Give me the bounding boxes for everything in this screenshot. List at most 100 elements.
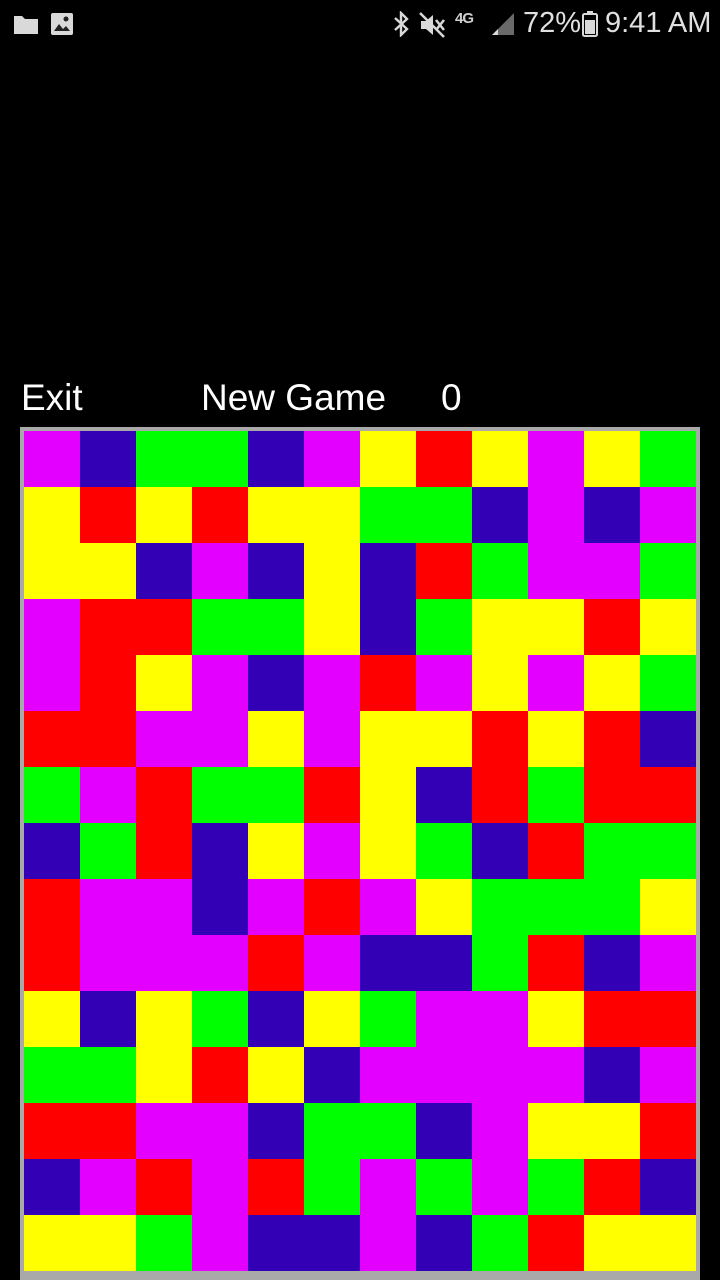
tile[interactable]	[528, 991, 584, 1047]
tile[interactable]	[24, 879, 80, 935]
exit-button[interactable]: Exit	[21, 376, 83, 420]
tile[interactable]	[640, 487, 696, 543]
tile[interactable]	[136, 823, 192, 879]
tile[interactable]	[80, 823, 136, 879]
tile[interactable]	[528, 879, 584, 935]
tile[interactable]	[248, 767, 304, 823]
tile[interactable]	[416, 543, 472, 599]
tile[interactable]	[24, 935, 80, 991]
tile[interactable]	[304, 431, 360, 487]
tile[interactable]	[472, 879, 528, 935]
tile[interactable]	[416, 655, 472, 711]
tile[interactable]	[80, 879, 136, 935]
tile[interactable]	[584, 767, 640, 823]
tile[interactable]	[248, 431, 304, 487]
tile[interactable]	[640, 1215, 696, 1271]
tile[interactable]	[304, 767, 360, 823]
tile[interactable]	[192, 767, 248, 823]
tile[interactable]	[304, 1047, 360, 1103]
tile[interactable]	[80, 655, 136, 711]
tile[interactable]	[192, 599, 248, 655]
tile[interactable]	[416, 823, 472, 879]
tile[interactable]	[640, 767, 696, 823]
tile[interactable]	[360, 879, 416, 935]
tile[interactable]	[192, 1103, 248, 1159]
tile[interactable]	[24, 991, 80, 1047]
tile[interactable]	[248, 823, 304, 879]
tile[interactable]	[248, 1159, 304, 1215]
tile[interactable]	[24, 599, 80, 655]
tile[interactable]	[472, 431, 528, 487]
tile[interactable]	[584, 599, 640, 655]
tile[interactable]	[304, 991, 360, 1047]
tile[interactable]	[136, 431, 192, 487]
tile[interactable]	[472, 823, 528, 879]
tile[interactable]	[528, 767, 584, 823]
tile[interactable]	[248, 1047, 304, 1103]
tile[interactable]	[472, 543, 528, 599]
tile[interactable]	[416, 599, 472, 655]
tile[interactable]	[248, 935, 304, 991]
tile[interactable]	[136, 767, 192, 823]
tile[interactable]	[136, 879, 192, 935]
tile[interactable]	[80, 1159, 136, 1215]
tile[interactable]	[136, 991, 192, 1047]
tile[interactable]	[24, 823, 80, 879]
tile[interactable]	[472, 1215, 528, 1271]
tile[interactable]	[136, 1215, 192, 1271]
tile[interactable]	[640, 1103, 696, 1159]
new-game-button[interactable]: New Game	[201, 376, 386, 420]
tile[interactable]	[472, 599, 528, 655]
tile[interactable]	[248, 991, 304, 1047]
tile[interactable]	[528, 487, 584, 543]
tile[interactable]	[528, 1215, 584, 1271]
tile[interactable]	[304, 1215, 360, 1271]
tile[interactable]	[360, 543, 416, 599]
tile[interactable]	[80, 1215, 136, 1271]
tile[interactable]	[360, 431, 416, 487]
tile[interactable]	[192, 711, 248, 767]
tile[interactable]	[640, 655, 696, 711]
tile[interactable]	[584, 543, 640, 599]
tile[interactable]	[472, 1103, 528, 1159]
tile[interactable]	[416, 1047, 472, 1103]
tile[interactable]	[24, 655, 80, 711]
tile[interactable]	[24, 431, 80, 487]
tile[interactable]	[640, 935, 696, 991]
tile[interactable]	[472, 991, 528, 1047]
tile[interactable]	[192, 1159, 248, 1215]
tile[interactable]	[640, 1047, 696, 1103]
tile[interactable]	[24, 1159, 80, 1215]
tile[interactable]	[360, 487, 416, 543]
tile[interactable]	[248, 655, 304, 711]
tile[interactable]	[192, 431, 248, 487]
tile[interactable]	[360, 1047, 416, 1103]
tile[interactable]	[528, 1047, 584, 1103]
tile[interactable]	[192, 879, 248, 935]
tile[interactable]	[24, 767, 80, 823]
tile[interactable]	[584, 655, 640, 711]
tile[interactable]	[80, 991, 136, 1047]
tile[interactable]	[584, 1159, 640, 1215]
tile[interactable]	[136, 935, 192, 991]
tile[interactable]	[80, 543, 136, 599]
tile[interactable]	[360, 1159, 416, 1215]
tile[interactable]	[640, 991, 696, 1047]
tile[interactable]	[360, 599, 416, 655]
tile[interactable]	[528, 1103, 584, 1159]
tile[interactable]	[136, 1047, 192, 1103]
tile[interactable]	[136, 599, 192, 655]
tile[interactable]	[304, 487, 360, 543]
tile[interactable]	[528, 711, 584, 767]
tile[interactable]	[528, 543, 584, 599]
tile[interactable]	[416, 431, 472, 487]
tile[interactable]	[416, 879, 472, 935]
tile[interactable]	[360, 655, 416, 711]
tile[interactable]	[472, 767, 528, 823]
tile[interactable]	[584, 1215, 640, 1271]
tile[interactable]	[192, 543, 248, 599]
tile[interactable]	[416, 935, 472, 991]
tile[interactable]	[80, 487, 136, 543]
tile[interactable]	[24, 711, 80, 767]
tile[interactable]	[472, 1047, 528, 1103]
